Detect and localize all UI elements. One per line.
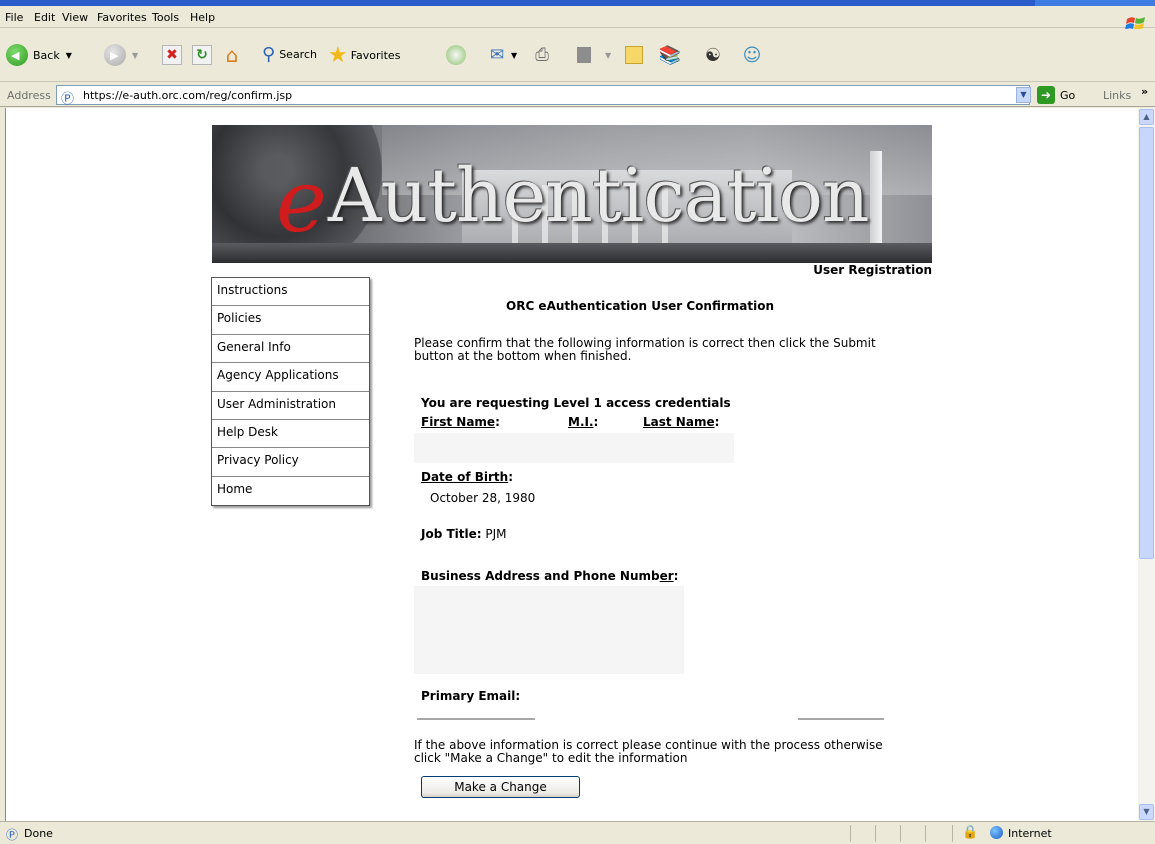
- back-button[interactable]: ◀ Back ▼: [6, 44, 72, 66]
- browser-toolbar: ◀ Back ▼ ▶ ▼ ✖ ↻ ⌂ ⚲ Search ★ Favorites …: [0, 29, 1155, 82]
- address-dropdown-icon[interactable]: ▼: [1016, 87, 1031, 103]
- email-divider-right: [798, 718, 884, 720]
- zone-label: Internet: [1008, 827, 1052, 840]
- print-icon[interactable]: ⎙: [531, 45, 553, 65]
- address-label: Address: [7, 89, 51, 102]
- forward-arrow-icon: ▶: [104, 44, 126, 66]
- search-icon: ⚲: [262, 44, 276, 65]
- confirmation-title: ORC eAuthentication User Confirmation: [506, 299, 774, 313]
- favorites-star-icon: ★: [328, 43, 348, 68]
- refresh-icon[interactable]: ↻: [192, 45, 212, 65]
- edit-dropdown-icon[interactable]: ▼: [605, 51, 611, 60]
- nav-instructions[interactable]: Instructions: [212, 278, 369, 307]
- menu-edit[interactable]: Edit: [34, 11, 55, 24]
- menu-tools[interactable]: Tools: [152, 11, 179, 24]
- menu-bar: File Edit View Favorites Tools Help: [0, 6, 1155, 30]
- back-arrow-icon: ◀: [6, 44, 28, 66]
- favorites-button[interactable]: ★ Favorites: [328, 43, 400, 68]
- nav-privacy-policy[interactable]: Privacy Policy: [212, 448, 369, 477]
- mi-label: M.I.:: [568, 415, 599, 429]
- home-icon[interactable]: ⌂: [220, 43, 244, 67]
- eauthentication-banner: e Authentication: [212, 125, 932, 263]
- scroll-up-icon[interactable]: ▲: [1139, 109, 1154, 125]
- logo-e: e: [276, 152, 327, 252]
- nav-general-info[interactable]: General Info: [212, 335, 369, 364]
- search-button[interactable]: ⚲ Search: [262, 44, 317, 65]
- back-dropdown-icon[interactable]: ▼: [66, 51, 72, 60]
- research-icon[interactable]: 📚: [659, 44, 681, 66]
- dob-label: Date of Birth:: [421, 470, 514, 484]
- business-address-area: [414, 586, 684, 674]
- nav-agency-applications[interactable]: Agency Applications: [212, 363, 369, 392]
- nav-policies[interactable]: Policies: [212, 306, 369, 335]
- menu-file[interactable]: File: [5, 11, 23, 24]
- forward-dropdown-icon[interactable]: ▼: [132, 51, 138, 60]
- nav-user-administration[interactable]: User Administration: [212, 392, 369, 420]
- discuss-icon[interactable]: [625, 46, 643, 64]
- back-label: Back: [33, 48, 60, 62]
- stop-icon[interactable]: ✖: [162, 45, 182, 65]
- intro-text: Please confirm that the following inform…: [414, 336, 876, 363]
- scroll-thumb[interactable]: [1139, 127, 1154, 559]
- page-done-icon: Ⓟ: [6, 828, 19, 842]
- job-title: Job Title: PJM: [421, 527, 507, 541]
- page-heading: User Registration: [813, 263, 932, 277]
- messenger-icon[interactable]: ☯: [702, 44, 724, 66]
- nav-home[interactable]: Home: [212, 477, 369, 505]
- menu-help[interactable]: Help: [190, 11, 215, 24]
- page-viewport: e Authentication User Registration Instr…: [5, 108, 1138, 821]
- favorites-label: Favorites: [350, 49, 401, 62]
- business-address-label: Business Address and Phone Number:: [421, 569, 679, 583]
- address-url: https://e-auth.orc.com/reg/confirm.jsp: [83, 89, 293, 102]
- first-name-label: First Name:: [421, 415, 500, 429]
- users-icon[interactable]: ☺: [740, 44, 764, 66]
- address-bar: Address Ⓟ https://e-auth.orc.com/reg/con…: [0, 83, 1155, 107]
- name-values-area: [414, 433, 734, 463]
- mail-icon[interactable]: ✉: [486, 45, 508, 65]
- email-divider-left: [417, 718, 535, 720]
- links-chevron-icon[interactable]: »: [1141, 85, 1148, 98]
- address-input[interactable]: Ⓟ https://e-auth.orc.com/reg/confirm.jsp: [56, 85, 1030, 107]
- closing-text: If the above information is correct plea…: [414, 738, 883, 765]
- nav-help-desk[interactable]: Help Desk: [212, 420, 369, 449]
- level-heading: You are requesting Level 1 access creden…: [421, 396, 731, 410]
- sidebar-nav: Instructions Policies General Info Agenc…: [211, 277, 370, 507]
- search-label: Search: [279, 48, 317, 61]
- status-text: Done: [24, 827, 53, 840]
- go-button[interactable]: Go: [1060, 89, 1075, 102]
- primary-email-label: Primary Email:: [421, 689, 521, 703]
- go-arrow-icon[interactable]: ➜: [1037, 86, 1055, 104]
- scroll-down-icon[interactable]: ▼: [1139, 804, 1154, 820]
- logo-authentication: Authentication: [328, 153, 870, 239]
- last-name-label: Last Name:: [643, 415, 720, 429]
- internet-globe-icon: [990, 826, 1003, 839]
- lock-icon: 🔒: [962, 825, 979, 840]
- vertical-scrollbar[interactable]: ▲ ▼: [1138, 108, 1155, 821]
- menu-favorites[interactable]: Favorites: [97, 11, 147, 24]
- status-bar: Ⓟ Done 🔒 Internet: [0, 821, 1155, 844]
- history-icon[interactable]: [446, 45, 466, 65]
- make-a-change-button[interactable]: Make a Change: [421, 776, 580, 798]
- ie-page-icon: Ⓟ: [61, 92, 75, 107]
- dob-value: October 28, 1980: [430, 491, 536, 505]
- links-label[interactable]: Links: [1103, 89, 1131, 102]
- edit-icon[interactable]: [577, 47, 591, 63]
- menu-view[interactable]: View: [62, 11, 88, 24]
- forward-button[interactable]: ▶ ▼: [104, 44, 138, 66]
- mail-dropdown-icon[interactable]: ▼: [511, 51, 517, 60]
